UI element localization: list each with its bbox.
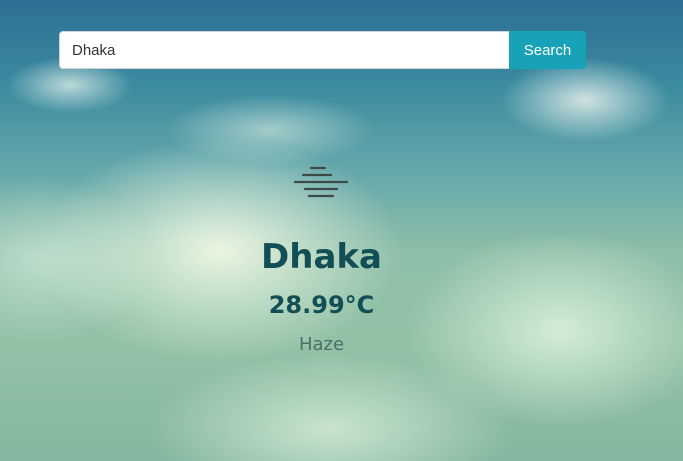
city-name: Dhaka — [261, 237, 382, 277]
search-input[interactable] — [59, 31, 509, 69]
search-bar: Search — [59, 31, 586, 69]
temperature: 28.99°C — [268, 291, 375, 319]
weather-condition: Haze — [298, 334, 345, 355]
search-button[interactable]: Search — [509, 31, 586, 69]
haze-icon — [293, 166, 349, 198]
